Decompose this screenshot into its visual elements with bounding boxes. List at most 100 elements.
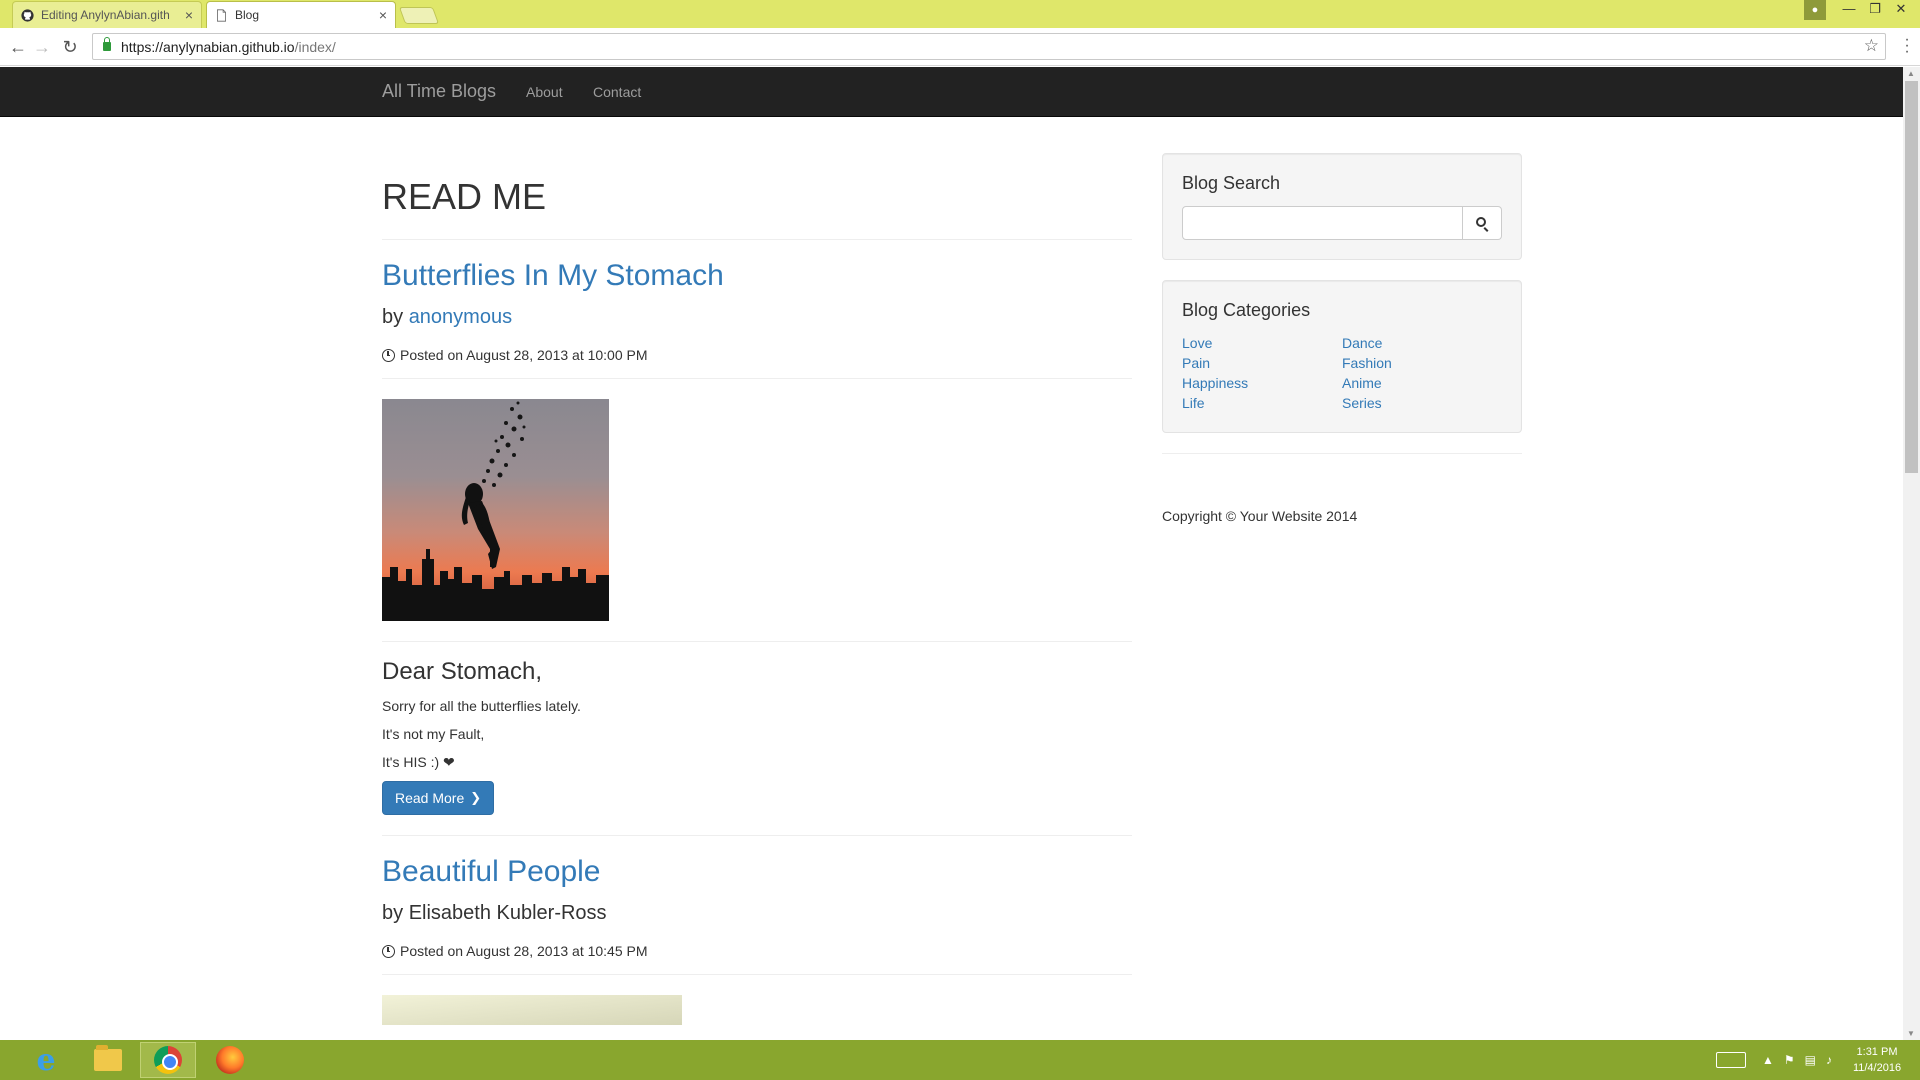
site-navbar: All Time Blogs About Contact <box>0 67 1903 117</box>
window-controls: ● — ❐ ✕ <box>1804 0 1914 20</box>
by-prefix: by <box>382 902 404 924</box>
clock-time: 1:31 PM <box>1856 1046 1898 1058</box>
read-more-button[interactable]: Read More ❯ <box>382 781 495 815</box>
nav-contact[interactable]: Contact <box>593 84 641 100</box>
keyboard-icon[interactable] <box>1716 1052 1746 1068</box>
category-link[interactable]: Life <box>1182 393 1342 413</box>
chevron-right-icon: ❯ <box>470 790 482 805</box>
vertical-scrollbar[interactable]: ▲ ▼ <box>1903 67 1920 1040</box>
new-tab-button[interactable] <box>398 7 440 24</box>
divider <box>382 378 1132 379</box>
butterfly-silhouette-image <box>382 401 609 621</box>
category-link[interactable]: Fashion <box>1342 353 1502 373</box>
excerpt-line: It's HIS :) ❤ <box>382 754 455 770</box>
excerpt-line: It's not my Fault, <box>382 726 485 742</box>
post-title[interactable]: Butterflies In My Stomach <box>382 258 1132 294</box>
divider <box>1162 453 1522 454</box>
blog-categories-panel: Blog Categories Love Pain Happiness Life… <box>1162 280 1522 433</box>
restore-icon[interactable]: ❐ <box>1862 0 1888 20</box>
file-explorer-icon[interactable] <box>80 1042 136 1078</box>
action-center-flag-icon[interactable]: ⚑ <box>1784 1053 1795 1067</box>
clock-date: 11/4/2016 <box>1852 1062 1902 1074</box>
tab-editing[interactable]: Editing AnylynAbian.gith × <box>12 1 202 28</box>
tab-label: Blog <box>235 8 260 22</box>
category-list-left: Love Pain Happiness Life <box>1182 333 1342 413</box>
divider <box>382 641 1132 642</box>
divider <box>382 974 1132 975</box>
category-link[interactable]: Happiness <box>1182 373 1342 393</box>
tab-blog[interactable]: Blog × <box>206 1 396 28</box>
post-date: Posted on August 28, 2013 at 10:00 PM <box>382 347 1132 363</box>
clock-icon <box>382 348 395 362</box>
system-tray: ▲ ⚑ ▤ ♪ 1:31 PM 11/4/2016 <box>1716 1040 1920 1080</box>
forward-icon[interactable]: → <box>32 37 52 57</box>
bookmark-star-icon[interactable]: ☆ <box>1864 36 1879 56</box>
back-icon[interactable]: ← <box>8 37 28 57</box>
network-icon[interactable]: ▤ <box>1805 1053 1816 1067</box>
reload-icon[interactable]: ↻ <box>60 37 80 57</box>
minimize-icon[interactable]: — <box>1836 0 1862 20</box>
category-link[interactable]: Pain <box>1182 353 1342 373</box>
tab-label: Editing AnylynAbian.gith <box>41 8 170 22</box>
post-date-text: Posted on August 28, 2013 at 10:45 PM <box>400 943 648 959</box>
firefox-icon[interactable] <box>202 1042 258 1078</box>
url-path: /index/ <box>294 39 336 55</box>
excerpt-line: Sorry for all the butterflies lately. <box>382 698 581 714</box>
category-lists: Love Pain Happiness Life Dance Fashion A… <box>1182 333 1502 413</box>
post-image <box>382 995 682 1025</box>
browser-toolbar: ← → ↻ https://anylynabian.github.io/inde… <box>0 28 1920 66</box>
close-window-icon[interactable]: ✕ <box>1888 0 1914 20</box>
main-column: READ ME Butterflies In My Stomach by ano… <box>382 117 1132 1025</box>
read-more-label: Read More <box>395 790 465 806</box>
chrome-icon[interactable] <box>140 1042 196 1078</box>
by-prefix: by <box>382 306 404 328</box>
url-host: https://anylynabian.github.io <box>121 39 295 55</box>
search-icon <box>1476 217 1487 227</box>
page-heading: READ ME <box>382 176 547 217</box>
post-date-text: Posted on August 28, 2013 at 10:00 PM <box>400 347 648 363</box>
page-icon <box>217 9 226 22</box>
copyright-text: Copyright © Your Website 2014 <box>1162 508 1358 524</box>
post-date: Posted on August 28, 2013 at 10:45 PM <box>382 943 1132 959</box>
post-image <box>382 399 609 621</box>
taskbar: e ▲ ⚑ ▤ ♪ 1:31 PM 11/4/2016 <box>0 1040 1920 1080</box>
category-link[interactable]: Dance <box>1342 333 1502 353</box>
category-link[interactable]: Series <box>1342 393 1502 413</box>
search-button[interactable] <box>1463 206 1502 240</box>
blog-categories-title: Blog Categories <box>1182 300 1311 320</box>
category-list-right: Dance Fashion Anime Series <box>1342 333 1502 413</box>
volume-icon[interactable]: ♪ <box>1826 1053 1832 1067</box>
excerpt-heading: Dear Stomach, <box>382 658 543 685</box>
search-group <box>1182 206 1502 240</box>
post-byline: by Elisabeth Kubler-Ross <box>382 902 1132 925</box>
browser-tab-strip: Editing AnylynAbian.gith × Blog × ● — ❐ … <box>0 0 1920 28</box>
github-icon <box>21 9 34 22</box>
category-link[interactable]: Anime <box>1342 373 1502 393</box>
close-icon[interactable]: × <box>185 7 193 23</box>
show-hidden-icons-icon[interactable]: ▲ <box>1762 1053 1774 1067</box>
divider <box>382 835 1132 836</box>
page-viewport: All Time Blogs About Contact READ ME But… <box>0 67 1903 1040</box>
clock-icon <box>382 944 395 958</box>
internet-explorer-icon[interactable]: e <box>18 1042 74 1078</box>
category-link[interactable]: Love <box>1182 333 1342 353</box>
taskbar-clock[interactable]: 1:31 PM 11/4/2016 <box>1842 1044 1912 1076</box>
sidebar: Blog Search Blog Categories Love Pain Ha… <box>1162 153 1522 524</box>
nav-about[interactable]: About <box>526 84 563 100</box>
lock-icon <box>103 37 111 51</box>
post-title[interactable]: Beautiful People <box>382 854 1132 890</box>
blog-post: Butterflies In My Stomach by anonymous P… <box>382 258 1132 836</box>
search-input[interactable] <box>1182 206 1464 240</box>
close-icon[interactable]: × <box>379 7 387 23</box>
divider <box>382 239 1132 240</box>
user-profile-icon[interactable]: ● <box>1804 0 1826 20</box>
site-brand[interactable]: All Time Blogs <box>382 81 496 102</box>
scroll-up-icon[interactable]: ▲ <box>1907 69 1915 78</box>
blog-search-panel: Blog Search <box>1162 153 1522 260</box>
address-bar[interactable]: https://anylynabian.github.io/index/ ☆ <box>92 33 1886 60</box>
menu-icon[interactable]: · · · <box>1904 32 1910 60</box>
scrollbar-thumb[interactable] <box>1905 81 1918 473</box>
scroll-down-icon[interactable]: ▼ <box>1907 1029 1915 1038</box>
blog-post: Beautiful People by Elisabeth Kubler-Ros… <box>382 854 1132 1025</box>
post-author-link[interactable]: anonymous <box>409 306 512 328</box>
